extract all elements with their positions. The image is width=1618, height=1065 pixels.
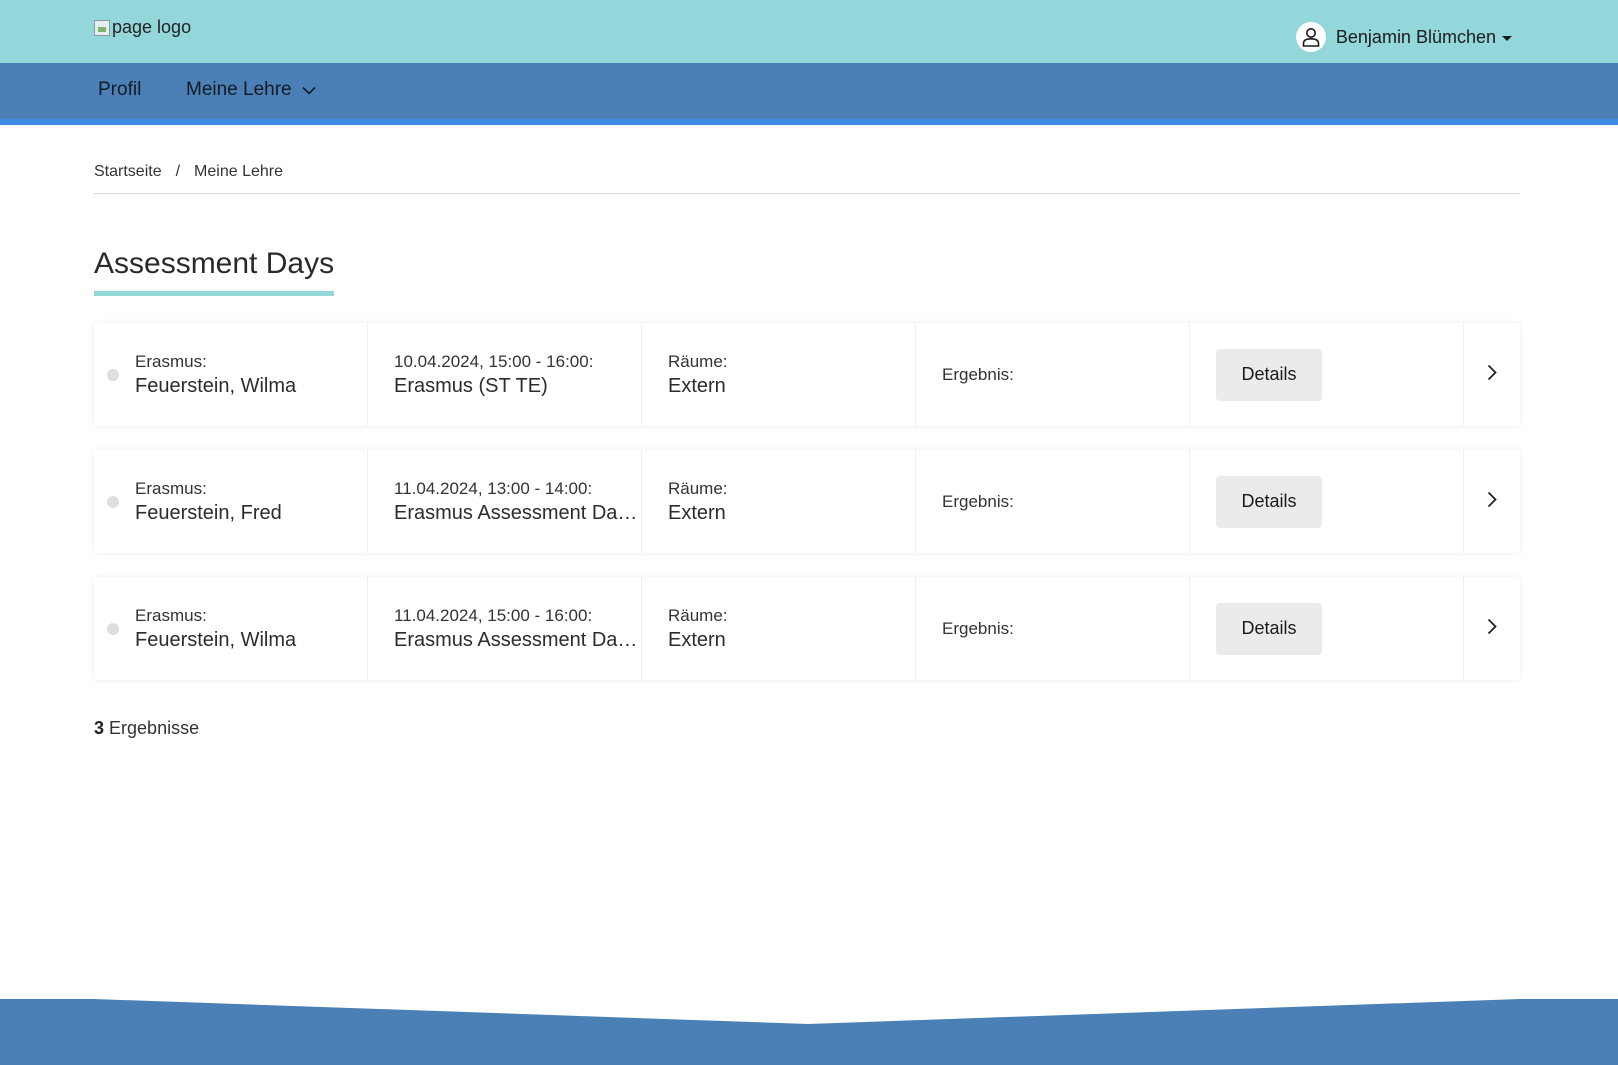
breadcrumb-separator: / <box>175 163 181 180</box>
rooms-cell: Räume: Extern <box>642 577 916 680</box>
event-cell: 10.04.2024, 15:00 - 16:00: Erasmus (ST T… <box>368 323 642 426</box>
person-cell: Erasmus: Feuerstein, Wilma <box>94 577 368 680</box>
broken-image-icon <box>94 19 110 36</box>
nav-item-label: Meine Lehre <box>186 79 292 100</box>
status-dot-icon <box>107 496 119 508</box>
actions-cell: Details <box>1190 450 1464 553</box>
results-label: Ergebnisse <box>109 718 200 738</box>
rooms-label: Räume: <box>668 478 728 498</box>
result-label: Ergebnis: <box>942 491 1014 511</box>
rooms-cell: Räume: Extern <box>642 450 916 553</box>
assessment-card[interactable]: Erasmus: Feuerstein, Fred 11.04.2024, 13… <box>94 450 1520 553</box>
results-count: 3 Ergebnisse <box>94 718 199 739</box>
page-logo[interactable]: page logo <box>94 17 191 38</box>
event-cell: 11.04.2024, 13:00 - 14:00: Erasmus Asses… <box>368 450 642 553</box>
breadcrumb-home-link[interactable]: Startseite <box>94 163 162 181</box>
result-label: Ergebnis: <box>942 364 1014 384</box>
page-title: Assessment Days <box>94 247 335 296</box>
nav-item-meine-lehre[interactable]: Meine Lehre <box>186 79 316 101</box>
person-name: Feuerstein, Fred <box>135 501 282 524</box>
expand-cell <box>1464 323 1520 426</box>
top-header: page logo Benjamin Blümchen <box>0 0 1618 63</box>
status-dot-icon <box>107 623 119 635</box>
breadcrumb-current: Meine Lehre <box>194 163 283 180</box>
nav-item-profil[interactable]: Profil <box>98 79 141 101</box>
assessment-card[interactable]: Erasmus: Feuerstein, Wilma 10.04.2024, 1… <box>94 323 1520 426</box>
event-datetime: 11.04.2024, 13:00 - 14:00: <box>394 478 593 498</box>
event-name: Erasmus Assessment Day... <box>394 628 641 651</box>
caret-down-icon <box>1502 36 1512 41</box>
event-cell: 11.04.2024, 15:00 - 16:00: Erasmus Asses… <box>368 577 642 680</box>
rooms-value: Extern <box>668 628 726 651</box>
details-button[interactable]: Details <box>1216 602 1322 655</box>
person-name: Feuerstein, Wilma <box>135 374 297 397</box>
user-menu[interactable]: Benjamin Blümchen <box>1295 22 1512 52</box>
person-cell: Erasmus: Feuerstein, Fred <box>94 450 368 553</box>
details-button[interactable]: Details <box>1216 348 1322 401</box>
footer-band <box>0 999 1618 1065</box>
program-label: Erasmus: <box>135 478 207 498</box>
rooms-cell: Räume: Extern <box>642 323 916 426</box>
details-button[interactable]: Details <box>1216 475 1322 528</box>
event-name: Erasmus (ST TE) <box>394 374 548 397</box>
user-name: Benjamin Blümchen <box>1335 26 1496 47</box>
event-name: Erasmus Assessment Day... <box>394 501 641 524</box>
result-cell: Ergebnis: <box>916 323 1190 426</box>
expand-cell <box>1464 450 1520 553</box>
result-label: Ergebnis: <box>942 618 1014 638</box>
rooms-label: Räume: <box>668 605 728 625</box>
actions-cell: Details <box>1190 577 1464 680</box>
breadcrumb: Startseite / Meine Lehre <box>94 163 1520 194</box>
expand-cell <box>1464 577 1520 680</box>
result-cell: Ergebnis: <box>916 577 1190 680</box>
chevron-right-icon[interactable] <box>1487 364 1497 386</box>
status-dot-icon <box>107 369 119 381</box>
nav-item-label: Profil <box>98 79 142 100</box>
rooms-label: Räume: <box>668 351 728 371</box>
result-cell: Ergebnis: <box>916 450 1190 553</box>
main-nav: Profil Meine Lehre <box>0 63 1618 125</box>
logo-alt-text: page logo <box>112 17 192 37</box>
program-label: Erasmus: <box>135 605 207 625</box>
chevron-right-icon[interactable] <box>1487 491 1497 513</box>
rooms-value: Extern <box>668 501 726 524</box>
event-datetime: 11.04.2024, 15:00 - 16:00: <box>394 605 593 625</box>
actions-cell: Details <box>1190 323 1464 426</box>
user-avatar-icon <box>1295 22 1326 52</box>
person-name: Feuerstein, Wilma <box>135 628 297 651</box>
rooms-value: Extern <box>668 374 726 397</box>
program-label: Erasmus: <box>135 351 207 371</box>
results-number: 3 <box>94 718 105 738</box>
event-datetime: 10.04.2024, 15:00 - 16:00: <box>394 351 594 371</box>
assessment-card[interactable]: Erasmus: Feuerstein, Wilma 11.04.2024, 1… <box>94 577 1520 680</box>
chevron-down-icon <box>302 79 316 101</box>
person-cell: Erasmus: Feuerstein, Wilma <box>94 323 368 426</box>
chevron-right-icon[interactable] <box>1487 618 1497 640</box>
page: page logo Benjamin Blümchen Profil Meine… <box>0 0 1618 1065</box>
